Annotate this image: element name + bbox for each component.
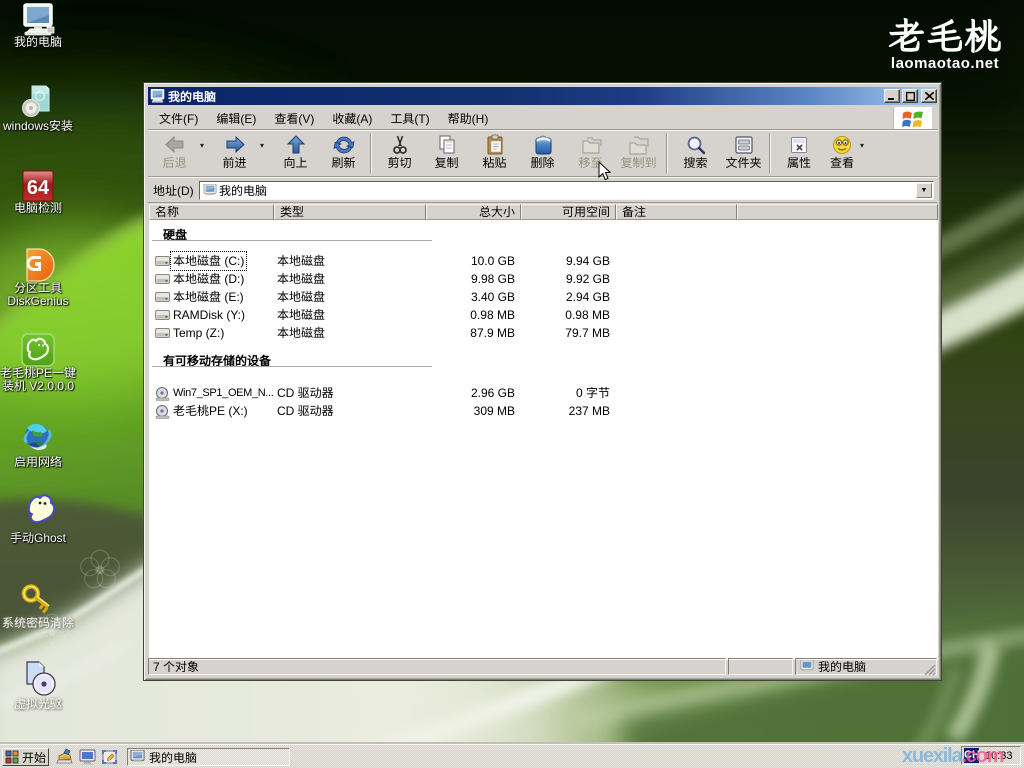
svg-text:64: 64 (27, 177, 50, 199)
